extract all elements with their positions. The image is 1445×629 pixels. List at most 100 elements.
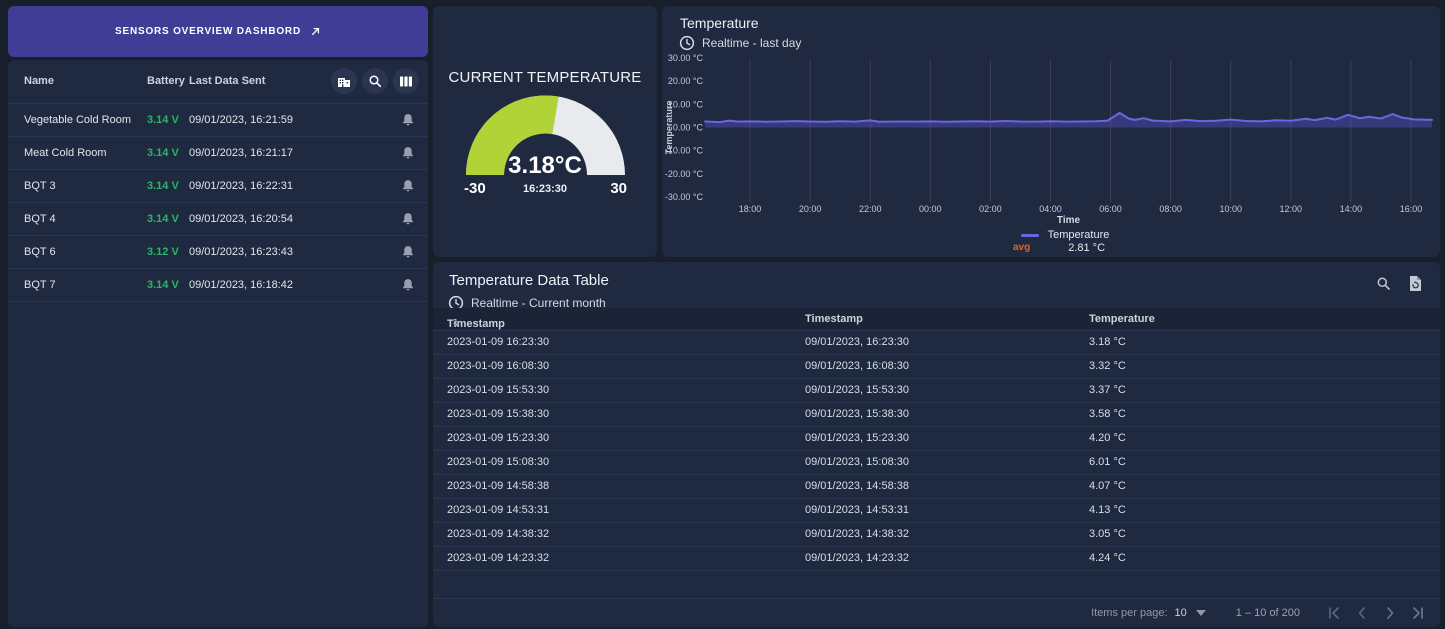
sensor-battery-value: 3.14 V — [147, 279, 179, 291]
sensor-name: BQT 6 — [24, 246, 56, 258]
svg-text:22:00: 22:00 — [859, 204, 882, 214]
bell-icon — [401, 113, 415, 127]
export-file-icon — [1408, 275, 1423, 292]
column-header-temperature[interactable]: Temperature — [1089, 313, 1155, 325]
sensor-row[interactable]: BQT 4 3.14 V 09/01/2023, 16:20:54 — [8, 203, 428, 236]
cell-timestamp-1: 2023-01-09 15:23:30 — [447, 432, 549, 444]
sensor-last-data-sent: 09/01/2023, 16:23:43 — [189, 246, 293, 258]
sensor-alarm-button[interactable] — [401, 212, 415, 226]
cell-timestamp-1: 2023-01-09 16:08:30 — [447, 360, 549, 372]
cell-temperature: 4.07 °C — [1089, 480, 1126, 492]
data-table-column-headers: Timestamp Timestamp Temperature — [433, 308, 1440, 331]
current-temperature-card: CURRENT TEMPERATURE 3.18°C -30 16:23:30 … — [433, 6, 657, 257]
dashboard-header-card[interactable]: SENSORS OVERVIEW DASHBORD — [8, 6, 428, 57]
table-row[interactable]: 2023-01-09 14:38:3209/01/2023, 14:38:323… — [433, 523, 1440, 547]
sensor-row[interactable]: Vegetable Cold Room3.14 V09/01/2023, 16:… — [8, 104, 428, 137]
next-page-icon — [1381, 604, 1399, 622]
table-row[interactable]: 2023-01-09 15:38:30 09/01/2023, 15:38:30 3… — [433, 403, 1440, 427]
table-export-button[interactable] — [1403, 271, 1427, 295]
last-page-button[interactable] — [1408, 603, 1428, 623]
svg-text:00:00: 00:00 — [919, 204, 942, 214]
cell-temperature: 3.37 °C — [1089, 384, 1126, 396]
prev-page-button[interactable] — [1352, 603, 1372, 623]
first-page-button[interactable] — [1324, 603, 1344, 623]
search-entities-button[interactable] — [362, 68, 388, 94]
svg-text:-20.00 °C: -20.00 °C — [665, 169, 704, 179]
svg-text:04:00: 04:00 — [1039, 204, 1062, 214]
dashboard-title: SENSORS OVERVIEW DASHBORD — [115, 26, 301, 37]
sensor-battery-value: 3.12 V — [147, 246, 179, 258]
column-header-timestamp-2[interactable]: Timestamp — [805, 313, 863, 325]
cell-timestamp-2: 09/01/2023, 15:38:30 — [805, 408, 909, 420]
table-row[interactable]: 2023-01-09 15:53:3009/01/2023, 15:53:303… — [433, 379, 1440, 403]
cell-timestamp-1: 2023-01-09 15:08:30 — [447, 456, 549, 468]
cell-temperature: 4.13 °C — [1089, 504, 1126, 516]
cell-timestamp-2: 09/01/2023, 15:08:30 — [805, 456, 909, 468]
sensor-last-data-sent: 09/01/2023, 16:20:54 — [189, 213, 293, 225]
svg-text:30.00 °C: 30.00 °C — [668, 53, 704, 63]
cell-timestamp-1: 2023-01-09 15:38:30 — [447, 408, 549, 420]
sensor-battery-value: 3.14 V — [147, 180, 179, 192]
sensor-battery-value: 3.14 V — [147, 147, 179, 159]
svg-text:-30.00 °C: -30.00 °C — [665, 192, 704, 202]
sort-desc-icon — [451, 318, 461, 328]
svg-text:20.00 °C: 20.00 °C — [668, 76, 704, 86]
sensor-alarm-button[interactable] — [401, 179, 415, 193]
table-row[interactable]: 2023-01-09 14:23:3209/01/2023, 14:23:324… — [433, 547, 1440, 571]
legend-series-label: Temperature — [1048, 229, 1110, 241]
select-caret-icon[interactable] — [1196, 610, 1206, 616]
sensor-battery-value: 3.14 V — [147, 213, 179, 225]
chart-legend[interactable]: Temperature — [676, 229, 1445, 241]
data-table-paginator: Items per page: 10 1 – 10 of 200 — [433, 598, 1440, 627]
cell-timestamp-2: 09/01/2023, 14:58:38 — [805, 480, 909, 492]
cell-timestamp-1: 2023-01-09 15:53:30 — [447, 384, 549, 396]
bell-icon — [401, 278, 415, 292]
svg-text:06:00: 06:00 — [1099, 204, 1122, 214]
manage-entities-button[interactable] — [331, 68, 357, 94]
column-header-battery[interactable]: Battery — [147, 75, 185, 87]
cell-timestamp-2: 09/01/2023, 15:23:30 — [805, 432, 909, 444]
svg-text:10:00: 10:00 — [1219, 204, 1242, 214]
sensor-row[interactable]: Meat Cold Room3.14 V09/01/2023, 16:21:17 — [8, 137, 428, 170]
clock-icon — [679, 35, 695, 51]
column-header-name[interactable]: Name — [24, 75, 54, 87]
table-row[interactable]: 2023-01-09 15:23:3009/01/2023, 15:23:304… — [433, 427, 1440, 451]
table-row[interactable]: 2023-01-09 15:08:3009/01/2023, 15:08:306… — [433, 451, 1440, 475]
table-row[interactable]: 2023-01-09 14:53:3109/01/2023, 14:53:314… — [433, 499, 1440, 523]
bell-icon — [401, 179, 415, 193]
sensor-alarm-button[interactable] — [401, 278, 415, 292]
svg-text:Time: Time — [1057, 215, 1081, 226]
sensor-name: BQT 4 — [24, 213, 56, 225]
table-row[interactable]: 2023-01-09 16:23:3009/01/2023, 16:23:303… — [433, 331, 1440, 355]
sensor-alarm-button[interactable] — [401, 113, 415, 127]
cell-temperature: 3.58 °C — [1089, 408, 1126, 420]
next-page-button[interactable] — [1380, 603, 1400, 623]
sensor-alarm-button[interactable] — [401, 245, 415, 259]
items-per-page-label: Items per page: — [1091, 607, 1167, 619]
chart-timewindow-label[interactable]: Realtime - last day — [702, 36, 801, 50]
table-row[interactable]: 2023-01-09 14:58:3809/01/2023, 14:58:384… — [433, 475, 1440, 499]
search-icon — [1376, 276, 1391, 291]
display-columns-button[interactable] — [393, 68, 419, 94]
table-search-button[interactable] — [1371, 271, 1395, 295]
sensor-row[interactable]: BQT 33.14 V09/01/2023, 16:22:31 — [8, 170, 428, 203]
sensor-row[interactable]: BQT 6 3.12 V 09/01/2023, 16:23:43 — [8, 236, 428, 269]
svg-text:02:00: 02:00 — [979, 204, 1002, 214]
cell-temperature: 4.24 °C — [1089, 552, 1126, 564]
items-per-page-select[interactable]: 10 — [1175, 607, 1187, 619]
sensor-row[interactable]: BQT 73.14 V09/01/2023, 16:18:42 — [8, 269, 428, 302]
page-range-label: 1 – 10 of 200 — [1236, 607, 1300, 619]
chart-title: Temperature — [680, 15, 759, 31]
sensor-battery-value: 3.14 V — [147, 114, 179, 126]
cell-timestamp-1: 2023-01-09 14:38:32 — [447, 528, 549, 540]
sensor-alarm-button[interactable] — [401, 146, 415, 160]
sensor-name: BQT 3 — [24, 180, 56, 192]
svg-text:18:00: 18:00 — [739, 204, 762, 214]
cell-timestamp-2: 09/01/2023, 14:23:32 — [805, 552, 909, 564]
last-page-icon — [1409, 604, 1427, 622]
legend-agg-label[interactable]: avg — [1013, 242, 1030, 254]
table-row[interactable]: 2023-01-09 16:08:3009/01/2023, 16:08:303… — [433, 355, 1440, 379]
building-icon — [337, 75, 351, 88]
legend-line-swatch — [1021, 234, 1039, 237]
column-header-last-data-sent[interactable]: Last Data Sent — [189, 75, 265, 87]
